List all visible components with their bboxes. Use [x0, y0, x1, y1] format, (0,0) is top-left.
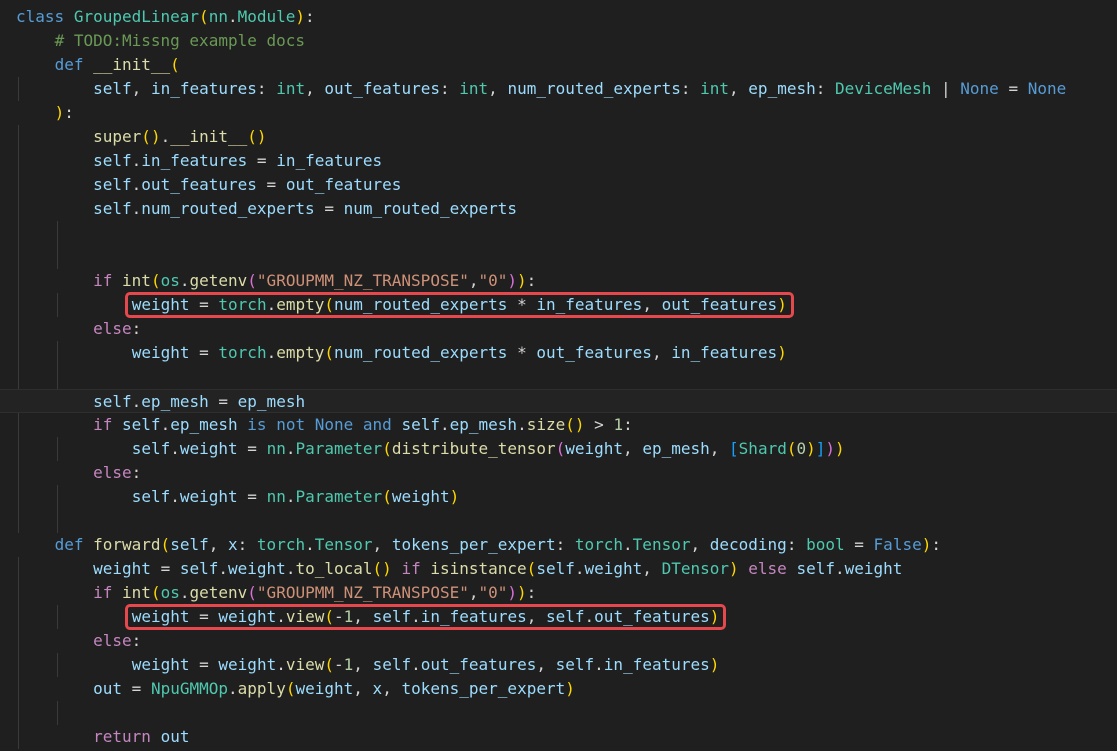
code-line[interactable]: def __init__(	[0, 53, 1117, 77]
highlight-box	[124, 604, 727, 630]
code-line[interactable]: self.weight = nn.Parameter(weight)	[0, 485, 1117, 509]
code-line[interactable]: weight = self.weight.to_local() if isins…	[0, 557, 1117, 581]
code-line[interactable]: super().__init__()	[0, 125, 1117, 149]
code-line[interactable]: class GroupedLinear(nn.Module):	[0, 5, 1117, 29]
code-line[interactable]: self.weight = nn.Parameter(distribute_te…	[0, 437, 1117, 461]
code-line[interactable]	[0, 245, 1117, 269]
code-line[interactable]: if int(os.getenv("GROUPMM_NZ_TRANSPOSE",…	[0, 269, 1117, 293]
code-line[interactable]: def forward(self, x: torch.Tensor, token…	[0, 533, 1117, 557]
code-line[interactable]: ):	[0, 101, 1117, 125]
code-line[interactable]	[0, 509, 1117, 533]
code-line[interactable]	[0, 221, 1117, 245]
code-line[interactable]: self.ep_mesh = ep_mesh	[0, 389, 1117, 413]
code-line[interactable]: if int(os.getenv("GROUPMM_NZ_TRANSPOSE",…	[0, 581, 1117, 605]
code-line[interactable]: weight = torch.empty(num_routed_experts …	[0, 341, 1117, 365]
code-line[interactable]	[0, 365, 1117, 389]
code-line[interactable]: if self.ep_mesh is not None and self.ep_…	[0, 413, 1117, 437]
code-line[interactable]: weight = weight.view(-1, self.out_featur…	[0, 653, 1117, 677]
code-editor[interactable]: class GroupedLinear(nn.Module): # TODO:M…	[0, 0, 1117, 751]
highlight-box	[124, 292, 794, 318]
code-line[interactable]: return out	[0, 725, 1117, 749]
code-line[interactable]: self.out_features = out_features	[0, 173, 1117, 197]
code-line[interactable]: self.in_features = in_features	[0, 149, 1117, 173]
code-line[interactable]: self, in_features: int, out_features: in…	[0, 77, 1117, 101]
code-line[interactable]	[0, 701, 1117, 725]
code-line[interactable]: else:	[0, 629, 1117, 653]
code-line[interactable]: out = NpuGMMOp.apply(weight, x, tokens_p…	[0, 677, 1117, 701]
code-line[interactable]: else:	[0, 317, 1117, 341]
code-line[interactable]: self.num_routed_experts = num_routed_exp…	[0, 197, 1117, 221]
code-line[interactable]: # TODO:Missng example docs	[0, 29, 1117, 53]
code-line[interactable]: else:	[0, 461, 1117, 485]
